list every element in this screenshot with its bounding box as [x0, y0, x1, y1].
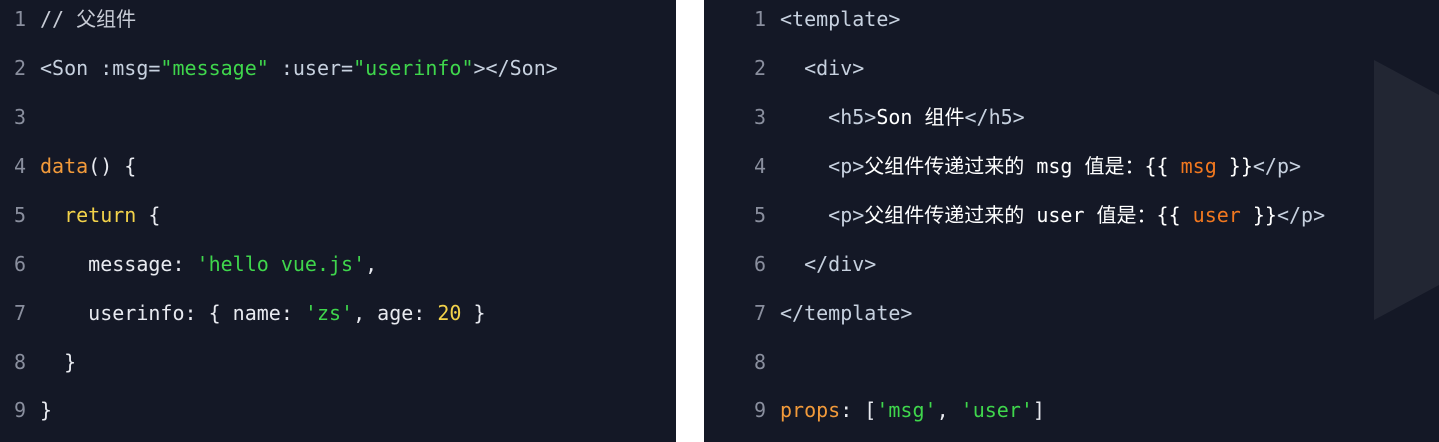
code-token: ></Son>	[473, 56, 558, 80]
code-line: 9}	[14, 395, 52, 425]
code-token: <template>	[780, 7, 901, 31]
code-line: 4 <p>父组件传递过来的 msg 值是：{{ msg }}</p>	[754, 151, 1301, 181]
code-token: 'user'	[960, 398, 1033, 422]
code-line: 1 <template>	[754, 4, 900, 34]
code-line: 9 props: ['msg', 'user']	[754, 395, 1045, 425]
code-line: 7 userinfo: { name: 'zs', age: 20 }	[14, 298, 486, 328]
code-token: </div>	[804, 252, 877, 276]
code-token: , age:	[353, 301, 438, 325]
line-number: 1	[14, 7, 27, 31]
code-token: message:	[88, 252, 197, 276]
code-token: ,	[365, 252, 378, 276]
line-number: 8	[754, 350, 767, 374]
code-token: }	[461, 301, 486, 325]
line-number: 5	[14, 203, 27, 227]
code-line: 4 data() {	[14, 151, 136, 181]
code-token: "userinfo"	[353, 56, 474, 80]
code-token: userinfo: { name:	[88, 301, 305, 325]
line-number: 2	[14, 56, 27, 80]
code-token: </h5>	[964, 105, 1025, 129]
code-line: 2 <div>	[754, 53, 864, 83]
line-number: 5	[754, 203, 767, 227]
code-token: }}	[1240, 203, 1277, 227]
watermark-logo-icon	[1374, 60, 1439, 320]
code-token: data	[40, 154, 89, 178]
line-number: 6	[754, 252, 767, 276]
code-token: <div>	[804, 56, 865, 80]
code-token: :user=	[268, 56, 354, 80]
code-token: ]	[1032, 398, 1045, 422]
code-token: {	[136, 203, 161, 227]
line-number: 4	[14, 154, 27, 178]
code-line: 5 return {	[14, 200, 160, 230]
line-number: 3	[14, 105, 27, 129]
line-number: 1	[754, 7, 767, 31]
code-line: 8 }	[14, 347, 76, 377]
line-number: 7	[14, 301, 27, 325]
line-number: 7	[754, 301, 767, 325]
code-token: }}	[1216, 154, 1253, 178]
code-token: props	[780, 398, 841, 422]
code-token: }	[64, 350, 77, 374]
code-token: }	[40, 398, 53, 422]
code-token: // 父组件	[40, 7, 137, 31]
code-token: <p>	[828, 203, 865, 227]
code-line: 2 <Son :msg="message" :user="userinfo"></…	[14, 53, 558, 83]
code-line: 1 // 父组件	[14, 4, 136, 34]
code-line: 6 </div>	[754, 249, 876, 279]
code-token: <Son :msg=	[40, 56, 161, 80]
code-token: 'hello vue.js'	[196, 252, 366, 276]
code-token: ,	[936, 398, 961, 422]
code-token: 'zs'	[304, 301, 354, 325]
code-line: 6 message: 'hello vue.js',	[14, 249, 377, 279]
code-line: 3 <h5>Son 组件</h5>	[754, 102, 1025, 132]
code-line: 7 </template>	[754, 298, 912, 328]
code-token: msg	[1180, 154, 1217, 178]
code-token: () {	[88, 154, 137, 178]
line-number: 8	[14, 350, 27, 374]
code-token: </p>	[1276, 203, 1326, 227]
code-token: <h5>	[828, 105, 877, 129]
line-number: 4	[754, 154, 767, 178]
code-line: 3	[14, 102, 40, 132]
line-number: 9	[754, 398, 767, 422]
code-token: <p>	[828, 154, 865, 178]
code-token: : [	[840, 398, 877, 422]
line-number: 3	[754, 105, 767, 129]
code-line: 5 <p>父组件传递过来的 user 值是：{{ user }}</p>	[754, 200, 1325, 230]
code-token: 父组件传递过来的 msg 值是：{{	[864, 154, 1181, 178]
code-token: </p>	[1252, 154, 1302, 178]
code-token: Son 组件	[876, 105, 965, 129]
code-token: return	[64, 203, 137, 227]
code-token: 20	[437, 301, 462, 325]
code-line: 8	[754, 347, 780, 377]
line-number: 6	[14, 252, 27, 276]
code-token: "message"	[160, 56, 269, 80]
code-token: 父组件传递过来的 user 值是：{{	[864, 203, 1193, 227]
code-token: user	[1192, 203, 1241, 227]
line-number: 9	[14, 398, 27, 422]
line-number: 2	[754, 56, 767, 80]
code-token: 'msg'	[876, 398, 937, 422]
right-code-panel: 1 <template> 2 <div> 3 <h5>Son 组件</h5> 4 <p>…	[704, 0, 1439, 442]
code-token: </template>	[780, 301, 913, 325]
left-code-panel: 1 // 父组件 2 <Son :msg="message" :user="useri…	[0, 0, 676, 442]
